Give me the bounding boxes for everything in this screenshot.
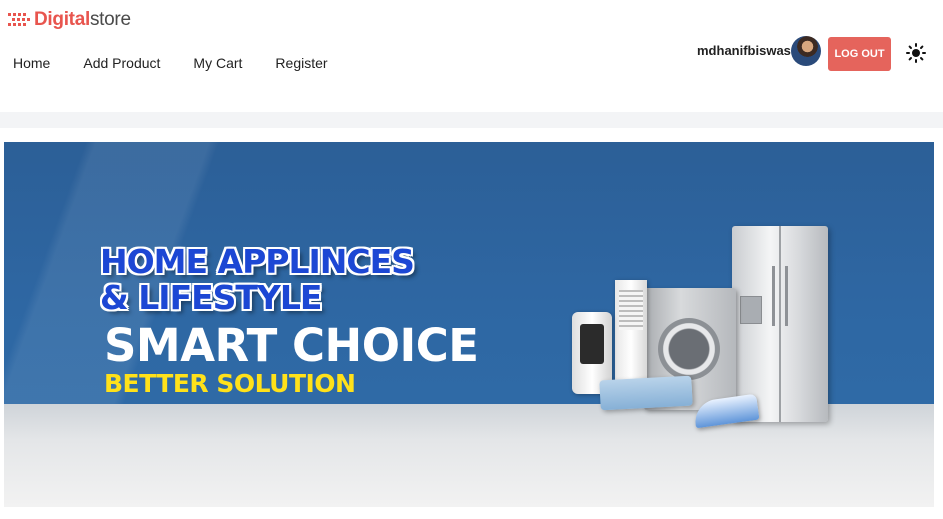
brand-name-part2: store [89,9,131,30]
header-divider-strip [0,112,943,128]
banner-line-2: & LIFESTYLE [100,278,322,317]
brand-name: Digitalstore [34,9,131,31]
username: mdhanifbiswas [697,43,791,58]
banner-headline: SMART CHOICE [104,319,479,372]
banner-tagline: BETTER SOLUTION [104,369,356,398]
logo-mark-icon [8,11,32,29]
brand-name-part1: Digital [34,9,90,30]
nav-my-cart[interactable]: My Cart [193,55,242,71]
nav-register[interactable]: Register [275,55,327,71]
refrigerator-image [732,226,828,422]
avatar[interactable] [791,36,821,66]
split-ac-image [599,375,693,411]
main-nav: Home Add Product My Cart Register [13,55,361,71]
banner-line-1: HOME APPLINCES [100,242,415,281]
sun-icon[interactable] [904,41,928,65]
logout-button[interactable]: LOG OUT [828,37,891,71]
hero-banner: HOME APPLINCES & LIFESTYLE SMART CHOICE … [4,142,934,507]
nav-add-product[interactable]: Add Product [83,55,160,71]
brand-logo[interactable]: Digitalstore [8,8,131,32]
nav-home[interactable]: Home [13,55,50,71]
